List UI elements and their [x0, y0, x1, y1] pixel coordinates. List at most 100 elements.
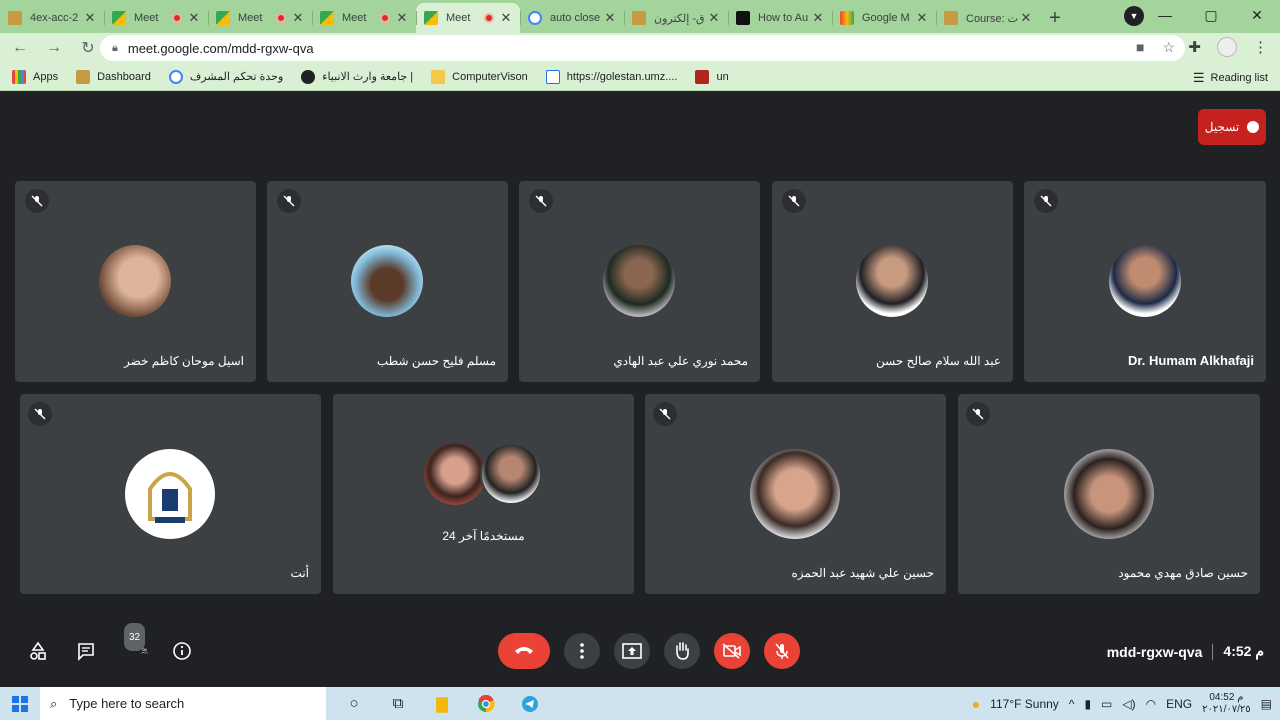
cortana-icon[interactable]: ○	[334, 687, 374, 720]
lock-icon[interactable]: 🔒︎	[112, 42, 118, 55]
meeting-call-controls	[498, 633, 800, 669]
participant-name: اسيل موحان كاظم خضر	[124, 354, 244, 368]
avatar	[603, 245, 675, 317]
close-tab-icon[interactable]: ✕	[916, 10, 928, 26]
participant-tile-self[interactable]: أنت	[20, 394, 321, 594]
maximize-icon[interactable]: ▢	[1188, 0, 1234, 30]
browser-tab[interactable]: Google M ✕	[832, 3, 936, 33]
mic-muted-icon	[966, 402, 990, 426]
camera-off-button[interactable]	[714, 633, 750, 669]
telegram-icon[interactable]	[510, 687, 550, 720]
close-tab-icon[interactable]: ✕	[500, 10, 512, 26]
close-tab-icon[interactable]: ✕	[604, 10, 616, 26]
bookmark-admin-console[interactable]: وحدة تحكم المشرف	[168, 69, 283, 84]
network-icon[interactable]: ◠	[1146, 697, 1156, 711]
bookmark-dashboard[interactable]: Dashboard	[76, 69, 151, 84]
site-favicon-icon	[632, 11, 646, 25]
participant-tile[interactable]: اسيل موحان كاظم خضر	[15, 181, 256, 382]
participant-tile[interactable]: محمد نوري علي عبد الهادي	[519, 181, 760, 382]
participant-tile[interactable]: Dr. Humam Alkhafaji	[1024, 181, 1266, 382]
raise-hand-button[interactable]	[664, 633, 700, 669]
browser-tab[interactable]: Course: ت ✕	[936, 3, 1040, 33]
chrome-icon[interactable]	[466, 687, 506, 720]
tab-search-icon[interactable]: ▼	[1124, 6, 1144, 26]
avatar	[99, 245, 171, 317]
reading-list-label: Reading list	[1210, 72, 1268, 84]
people-icon[interactable]: 32	[120, 623, 148, 665]
address-bar[interactable]: 🔒︎ meet.google.com/mdd-rgxw-qva ■ ☆	[100, 35, 1185, 61]
clock[interactable]: 04:52 م ٢٠٢١/٠٧/٢٥	[1202, 692, 1251, 716]
file-explorer-icon[interactable]: ▇	[422, 687, 462, 720]
info-icon[interactable]	[168, 637, 196, 665]
search-placeholder: Type here to search	[69, 696, 185, 711]
close-tab-icon[interactable]: ✕	[812, 10, 824, 26]
more-options-button[interactable]	[564, 633, 600, 669]
reload-icon[interactable]: ↻	[74, 34, 102, 62]
notifications-icon[interactable]: ▤	[1261, 697, 1272, 711]
meeting-time: 4:52 م	[1223, 643, 1264, 659]
participant-tile[interactable]: حسين صادق مهدي محمود	[958, 394, 1260, 594]
weather-text[interactable]: 117°F Sunny	[990, 697, 1059, 711]
bookmark-star-icon[interactable]: ☆	[1162, 39, 1175, 56]
new-tab-button[interactable]: +	[1040, 3, 1070, 33]
bookmark-golestan[interactable]: https://golestan.umz....	[545, 69, 678, 84]
browser-tab[interactable]: 4ex-acc-2 ✕	[0, 3, 104, 33]
volume-icon[interactable]: ◁)	[1122, 697, 1135, 711]
taskbar-search-box[interactable]: ⌕ Type here to search	[40, 687, 326, 720]
browser-tab[interactable]: auto close ✕	[520, 3, 624, 33]
close-tab-icon[interactable]: ✕	[292, 10, 304, 26]
reading-list-button[interactable]: ☰ Reading list	[1193, 70, 1268, 86]
participant-name: عبد الله سلام صالح حسن	[876, 354, 1001, 368]
battery-icon[interactable]: ▭	[1101, 697, 1112, 711]
bookmark-apps[interactable]: Apps	[12, 69, 58, 84]
leave-call-button[interactable]	[498, 633, 550, 669]
extensions-puzzle-icon[interactable]: ✚	[1188, 38, 1201, 56]
chat-icon[interactable]	[72, 637, 100, 665]
participant-name: محمد نوري علي عبد الهادي	[613, 354, 748, 368]
forward-arrow-icon[interactable]: →	[40, 34, 68, 62]
profile-avatar[interactable]	[1217, 37, 1237, 57]
bookmark-university[interactable]: جامعة وارث الانبياء |	[301, 69, 413, 84]
close-tab-icon[interactable]: ✕	[84, 10, 96, 26]
participant-name: مسلم فليح حسن شطب	[376, 354, 496, 368]
browser-tab[interactable]: Meet ✕	[104, 3, 208, 33]
microphone-tray-icon[interactable]: ▮	[1084, 697, 1091, 711]
google-icon	[168, 69, 183, 84]
camera-icon[interactable]: ■	[1136, 39, 1144, 56]
tab-title: 4ex-acc-2	[30, 12, 79, 24]
participant-tile[interactable]: مسلم فليح حسن شطب	[267, 181, 508, 382]
menu-dots-icon[interactable]: ⋮	[1253, 38, 1268, 56]
microphone-off-button[interactable]	[764, 633, 800, 669]
close-tab-icon[interactable]: ✕	[396, 10, 408, 26]
language-indicator[interactable]: ENG	[1166, 697, 1192, 711]
recording-indicator-icon	[276, 13, 286, 23]
participant-tile[interactable]: عبد الله سلام صالح حسن	[772, 181, 1013, 382]
people-count-badge: 32	[124, 623, 146, 651]
windows-start-icon[interactable]	[0, 687, 40, 720]
close-tab-icon[interactable]: ✕	[1020, 10, 1032, 26]
browser-tab[interactable]: Meet ✕	[312, 3, 416, 33]
participant-tile[interactable]: حسين علي شهيد عبد الحمزه	[645, 394, 946, 594]
close-tab-icon[interactable]: ✕	[708, 10, 720, 26]
google-favicon-icon	[528, 11, 542, 25]
tray-expand-icon[interactable]: ^	[1069, 697, 1075, 711]
activities-shapes-icon[interactable]	[24, 637, 52, 665]
record-dot-icon	[1247, 121, 1260, 133]
separator	[1212, 643, 1214, 660]
task-view-icon[interactable]: ⧉	[378, 687, 418, 720]
back-arrow-icon[interactable]: ←	[6, 34, 34, 62]
browser-tab-active[interactable]: Meet ✕	[416, 3, 520, 33]
close-window-icon[interactable]: ✕	[1234, 0, 1280, 30]
others-tile[interactable]: 24 مستخدمًا آخر	[333, 394, 634, 594]
close-tab-icon[interactable]: ✕	[188, 10, 200, 26]
record-button[interactable]: تسجيل	[1198, 109, 1266, 145]
minimize-icon[interactable]: —	[1142, 0, 1188, 30]
browser-tab[interactable]: How to Au ✕	[728, 3, 832, 33]
bookmark-un[interactable]: un	[695, 69, 729, 84]
present-screen-button[interactable]	[614, 633, 650, 669]
bookmark-folder-computervision[interactable]: ComputerVison	[431, 69, 528, 84]
bookmark-label: https://golestan.umz....	[566, 70, 678, 83]
meeting-details: mdd-rgxw-qva 4:52 م	[1107, 643, 1264, 660]
browser-tab[interactable]: ق- إلكترون ✕	[624, 3, 728, 33]
browser-tab[interactable]: Meet ✕	[208, 3, 312, 33]
